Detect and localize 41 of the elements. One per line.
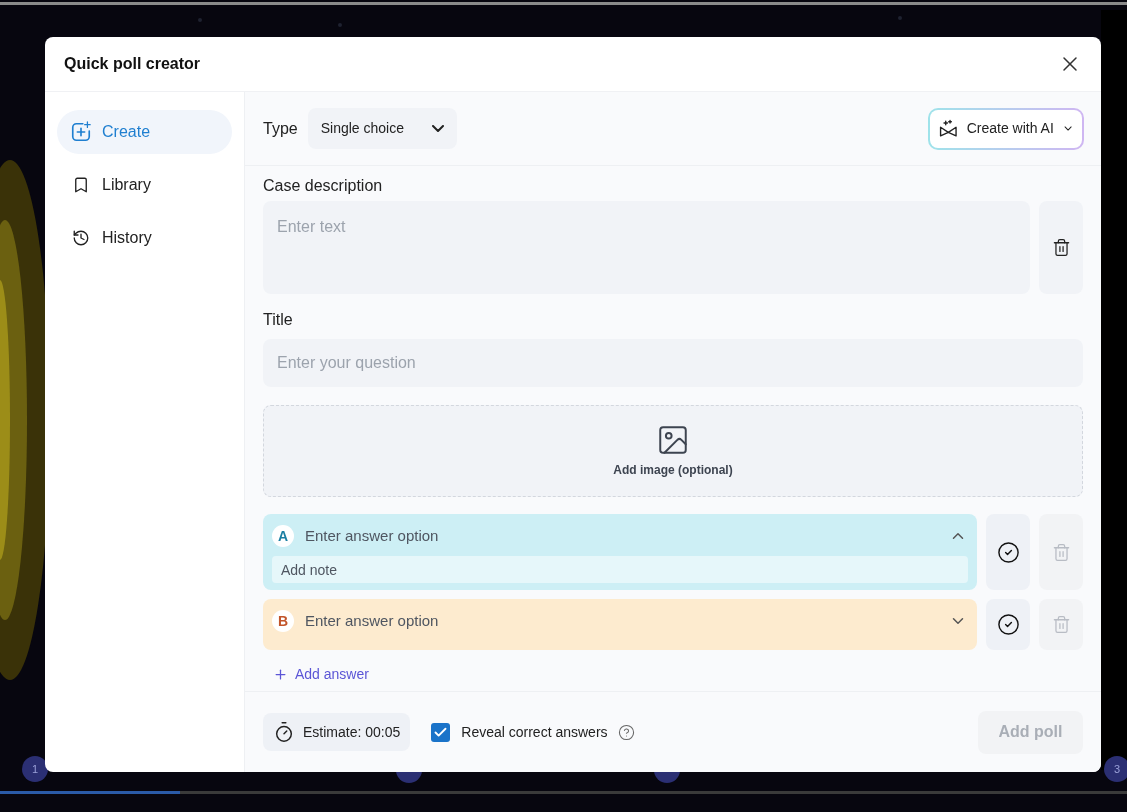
- type-dropdown[interactable]: Single choice: [307, 108, 457, 149]
- answer-input[interactable]: Enter answer option: [305, 524, 937, 548]
- stopwatch-icon: [273, 721, 295, 743]
- check-circle-icon: [996, 613, 1020, 636]
- answer-letter: A: [272, 525, 294, 547]
- answer-field[interactable]: B Enter answer option: [263, 599, 977, 650]
- case-description-label: Case description: [263, 176, 384, 196]
- dialog-title: Quick poll creator: [64, 54, 201, 74]
- title-field[interactable]: Enter your question: [263, 339, 1083, 387]
- sparkle-bowtie-icon: [938, 117, 959, 140]
- type-label: Type: [263, 118, 298, 139]
- note-field[interactable]: Add note: [272, 556, 968, 583]
- reveal-label: Reveal correct answers: [461, 722, 608, 742]
- chevron-down-icon: [431, 125, 444, 132]
- help-icon[interactable]: [617, 723, 635, 741]
- answer-input[interactable]: Enter answer option: [305, 609, 937, 633]
- delete-button[interactable]: [1039, 201, 1083, 294]
- add-image-dropzone[interactable]: Add image (optional): [263, 405, 1083, 497]
- timeline-track[interactable]: [0, 791, 1127, 794]
- estimate-chip: Estimate: 00:05: [263, 713, 411, 751]
- sidebar-item[interactable]: Create: [57, 110, 232, 154]
- plus-icon: [273, 667, 288, 682]
- sidebar-item[interactable]: History: [57, 216, 232, 260]
- mark-correct-button[interactable]: [986, 599, 1030, 650]
- trash-icon: [1051, 542, 1071, 562]
- check-circle-icon: [996, 540, 1020, 564]
- bookmark-icon: [72, 176, 90, 194]
- trash-icon: [1051, 238, 1071, 257]
- answer-letter: B: [272, 610, 294, 632]
- reveal-checkbox[interactable]: [431, 722, 451, 742]
- case-description-field[interactable]: Enter text: [263, 201, 1030, 294]
- sidebar-item[interactable]: Library: [57, 163, 232, 207]
- history-icon: [72, 229, 90, 247]
- add-answer-button[interactable]: Add answer: [273, 664, 369, 685]
- image-icon: [656, 423, 690, 457]
- add-icon: [70, 121, 92, 143]
- create-with-ai-button[interactable]: Create with AI: [928, 107, 1084, 150]
- mark-correct-button[interactable]: [986, 514, 1030, 590]
- answer-field[interactable]: A Enter answer option Add note: [263, 514, 977, 590]
- trash-icon: [1051, 615, 1071, 634]
- title-label: Title: [263, 310, 294, 330]
